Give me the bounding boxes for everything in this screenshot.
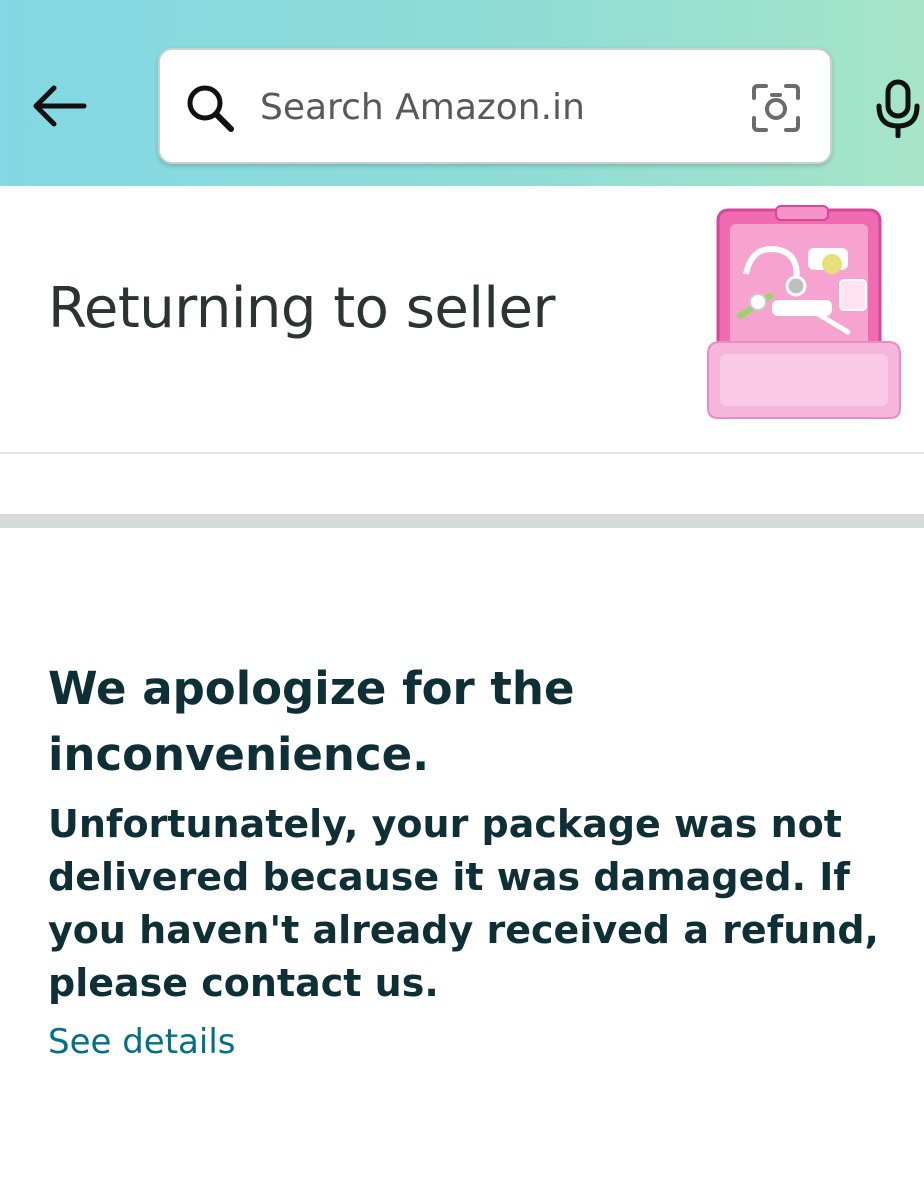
status-bar — [0, 0, 924, 6]
see-details-link[interactable]: See details — [48, 1022, 236, 1062]
section-divider — [0, 514, 924, 528]
arrow-left-icon — [33, 85, 87, 127]
delivery-failure-message: Unfortunately, your package was not deli… — [48, 802, 879, 1005]
search-input[interactable] — [260, 78, 730, 136]
top-header — [0, 0, 924, 186]
product-image[interactable] — [700, 204, 908, 422]
spacer — [0, 454, 924, 514]
order-status-title: Returning to seller — [48, 276, 555, 341]
apology-heading: We apologize for the inconvenience. — [48, 662, 575, 781]
search-bar[interactable] — [158, 48, 832, 164]
microphone-icon — [876, 79, 920, 139]
voice-search-button[interactable] — [872, 78, 924, 139]
back-button[interactable] — [30, 80, 90, 132]
camera-icon[interactable] — [750, 82, 802, 134]
search-icon[interactable] — [184, 82, 236, 134]
